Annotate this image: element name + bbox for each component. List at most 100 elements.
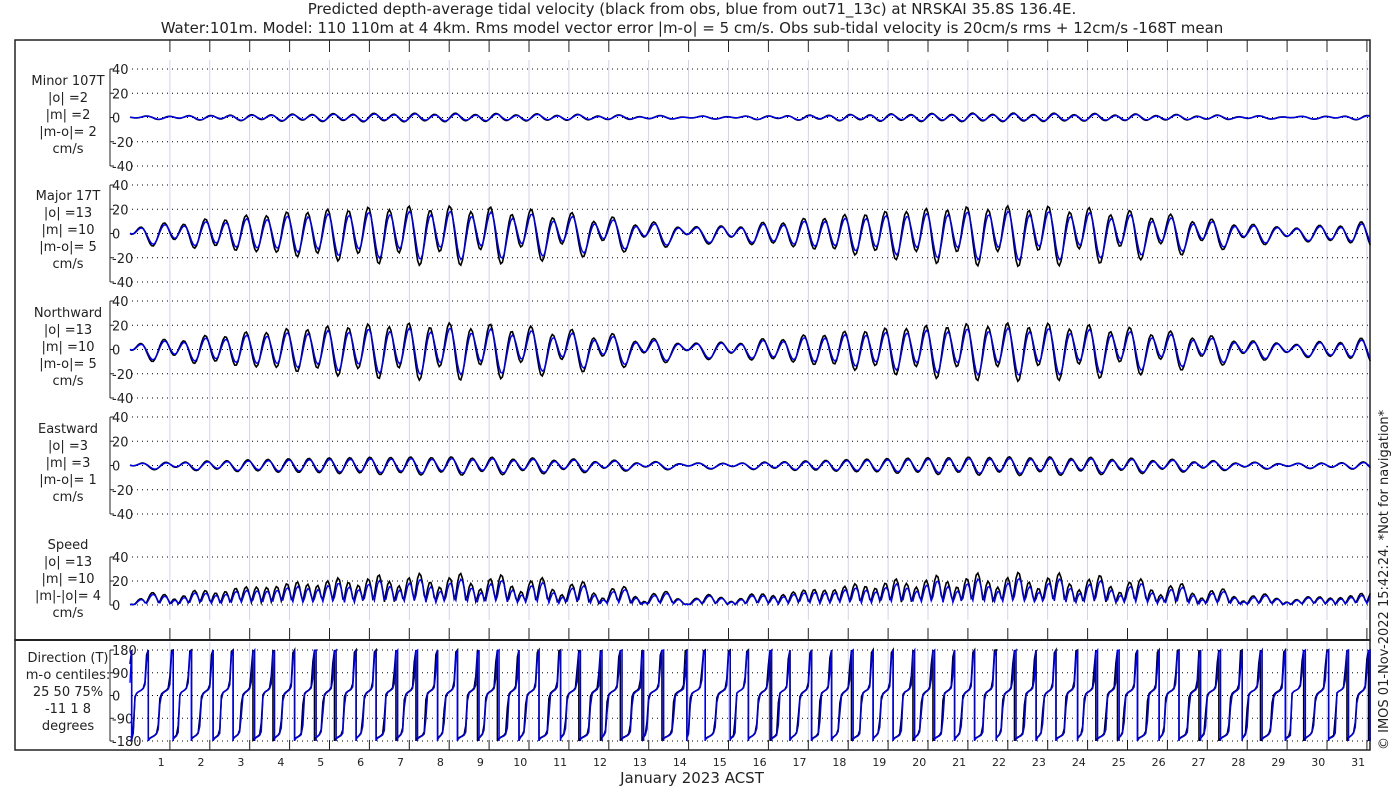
panel-label: |m| =2: [46, 108, 91, 123]
direction-model-line: [129, 647, 1371, 742]
x-tick-label: 25: [1112, 756, 1126, 769]
y-tick-label: -90: [112, 712, 133, 727]
y-tick-label: 40: [112, 295, 129, 310]
panel-label: |m-o|= 2: [39, 125, 97, 140]
panel-label: |m| =10: [42, 223, 95, 238]
panel-label: Direction (T): [28, 651, 109, 666]
y-tick-label: 0: [112, 344, 120, 359]
tidal-velocity-chart: Predicted depth-average tidal velocity (…: [14, 0, 1392, 787]
panel-label: |m| =10: [42, 340, 95, 355]
y-tick-label: 180: [112, 644, 137, 659]
x-tick-label: 18: [832, 756, 846, 769]
y-tick-label: 20: [112, 87, 129, 102]
x-tick-label: 12: [593, 756, 607, 769]
x-tick-label: 27: [1192, 756, 1206, 769]
panel-direction: Direction (T) m-o centiles: 25 50 75% -11 1…: [26, 644, 1371, 750]
y-tick-label: 40: [112, 179, 129, 194]
copyright-notice: © IMOS 01-Nov-2022 15:42:24. *Not for na…: [1377, 409, 1392, 750]
panel-label: Eastward: [38, 422, 98, 437]
panel-label: Minor 107T: [31, 74, 104, 89]
y-tick-label: -40: [112, 160, 133, 175]
x-tick-label: 13: [633, 756, 647, 769]
panel-label: m-o centiles:: [26, 668, 111, 683]
panel-label: cm/s: [53, 374, 84, 389]
north-obs-line: [129, 321, 1371, 383]
day-gridlines: [169, 40, 1368, 750]
speed-model-line: [130, 577, 1371, 606]
x-tick-label: 5: [317, 756, 324, 769]
chart-title-line1: Predicted depth-average tidal velocity (…: [308, 0, 1077, 19]
x-tick-label: 28: [1231, 756, 1245, 769]
y-tick-label: 20: [112, 575, 129, 590]
y-tick-label: -20: [112, 136, 133, 151]
y-tick-label: 40: [112, 63, 129, 78]
panel-label: |m| =10: [42, 572, 95, 587]
panel-label: |o| =3: [48, 439, 88, 454]
y-tick-label: -20: [112, 368, 133, 383]
east-model-line: [129, 457, 1371, 475]
x-tick-label: 21: [952, 756, 966, 769]
x-tick-label: 30: [1311, 756, 1325, 769]
x-tick-label: 24: [1072, 756, 1086, 769]
y-tick-label: 20: [112, 203, 129, 218]
panel-label: |m-o|= 5: [39, 240, 97, 255]
x-tick-label: 3: [237, 756, 244, 769]
y-tick-label: 0: [112, 599, 120, 614]
x-tick-label: 22: [992, 756, 1006, 769]
panel-label: |o| =2: [48, 91, 88, 106]
y-tick-label: 0: [112, 112, 120, 127]
panel-label: cm/s: [53, 606, 84, 621]
x-tick-label: 23: [1032, 756, 1046, 769]
y-tick-label: -40: [112, 276, 133, 291]
panel-label: Speed: [48, 538, 89, 553]
north-model-line: [129, 326, 1371, 377]
panel-label: |m|-|o|= 4: [35, 589, 101, 604]
x-tick-labels: 1 2 3 4 5 6 7 8 9 10 11 12 13 14 15 16 17 18 19 20 21 22 23 24 2…: [158, 756, 1365, 769]
y-tick-label: 20: [112, 319, 129, 334]
x-tick-label: 4: [277, 756, 284, 769]
x-tick-label: 11: [553, 756, 567, 769]
major-model-line: [129, 210, 1371, 262]
y-tick-label: -40: [112, 508, 133, 523]
x-tick-label: 14: [673, 756, 687, 769]
x-tick-label: 16: [753, 756, 767, 769]
panel-label: |m-o|= 5: [39, 357, 97, 372]
x-tick-label: 20: [912, 756, 926, 769]
y-tick-label: 0: [112, 228, 120, 243]
x-tick-label: 15: [713, 756, 727, 769]
panel-label: |m-o|= 1: [39, 473, 97, 488]
panel-label: |o| =13: [44, 206, 92, 221]
panel-label: |o| =13: [44, 555, 92, 570]
panel-major: Major 17T |o| =13 |m| =10 |m-o|= 5 cm/s 40 20 0…: [36, 179, 1371, 291]
y-tick-label: -40: [112, 392, 133, 407]
x-tick-label: 9: [477, 756, 484, 769]
x-axis-label: January 2023 ACST: [619, 769, 765, 787]
y-tick-label: 40: [112, 411, 129, 426]
panel-minor: Minor 107T |o| =2 |m| =2 |m-o|= 2 cm/s 40 20 0 -…: [31, 63, 1371, 175]
panel-label: degrees: [42, 719, 95, 734]
y-tick-label: -20: [112, 484, 133, 499]
x-tick-label: 8: [437, 756, 444, 769]
chart-title-line2: Water:101m. Model: 110 110m at 4 4km. Rm…: [161, 19, 1224, 37]
east-obs-line: [129, 455, 1371, 477]
x-tick-label: 2: [198, 756, 205, 769]
x-tick-label: 7: [397, 756, 404, 769]
y-tick-label: -20: [112, 252, 133, 267]
panel-east: Eastward |o| =3 |m| =3 |m-o|= 1 cm/s 40 20 0 -20…: [38, 411, 1371, 523]
y-tick-label: 20: [112, 435, 129, 450]
panel-label: cm/s: [53, 142, 84, 157]
panel-label: 25 50 75%: [33, 685, 103, 700]
x-tick-label: 6: [357, 756, 364, 769]
y-tick-label: 40: [112, 551, 129, 566]
y-tick-label: 0: [112, 460, 120, 475]
major-obs-line: [129, 204, 1371, 268]
x-tick-label: 10: [513, 756, 527, 769]
panel-label: cm/s: [53, 490, 84, 505]
panel-speed: Speed |o| =13 |m| =10 |m|-|o|= 4 cm/s 40 20 0: [35, 538, 1371, 621]
x-tick-label: 26: [1152, 756, 1166, 769]
panel-label: |m| =3: [46, 456, 91, 471]
panel-label: -11 1 8: [45, 702, 91, 717]
panel-label: cm/s: [53, 257, 84, 272]
panel-label: Major 17T: [36, 189, 101, 204]
panel-label: Northward: [34, 306, 102, 321]
